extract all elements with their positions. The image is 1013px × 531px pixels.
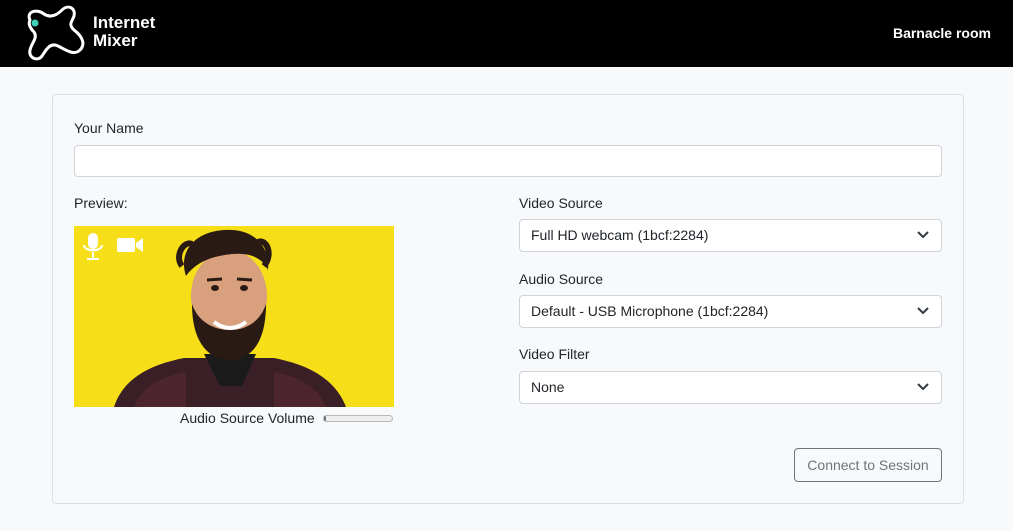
video-preview — [74, 226, 394, 407]
volume-meter — [323, 415, 393, 422]
session-setup-card: Your Name Preview: Audio Source Volume V… — [52, 94, 964, 504]
video-filter-value: None — [531, 379, 565, 395]
audio-source-label: Audio Source — [519, 271, 604, 287]
audio-source-value: Default - USB Microphone (1bcf:2284) — [531, 303, 769, 319]
logo-line-2: Mixer — [93, 31, 138, 50]
volume-meter-fill — [324, 416, 327, 421]
blob-logo-icon[interactable] — [24, 4, 88, 62]
chevron-down-icon — [917, 383, 929, 391]
video-source-select[interactable]: Full HD webcam (1bcf:2284) — [519, 219, 942, 252]
room-name: Barnacle room — [892, 25, 991, 41]
preview-label: Preview: — [74, 195, 128, 211]
chevron-down-icon — [917, 231, 929, 239]
microphone-icon[interactable] — [82, 232, 104, 262]
video-source-label: Video Source — [519, 195, 603, 211]
video-camera-icon[interactable] — [116, 236, 144, 254]
video-source-value: Full HD webcam (1bcf:2284) — [531, 227, 709, 243]
name-label: Your Name — [74, 120, 144, 136]
name-input[interactable] — [74, 145, 942, 177]
top-bar: Internet Mixer Barnacle room — [0, 0, 1013, 67]
volume-label: Audio Source Volume — [180, 410, 315, 426]
chevron-down-icon — [917, 307, 929, 315]
video-filter-label: Video Filter — [519, 346, 590, 362]
audio-source-select[interactable]: Default - USB Microphone (1bcf:2284) — [519, 295, 942, 328]
video-filter-select[interactable]: None — [519, 371, 942, 404]
connect-to-session-button[interactable]: Connect to Session — [794, 448, 942, 482]
logo-line-1: Internet — [93, 13, 156, 32]
logo-text: Internet Mixer — [93, 14, 155, 50]
